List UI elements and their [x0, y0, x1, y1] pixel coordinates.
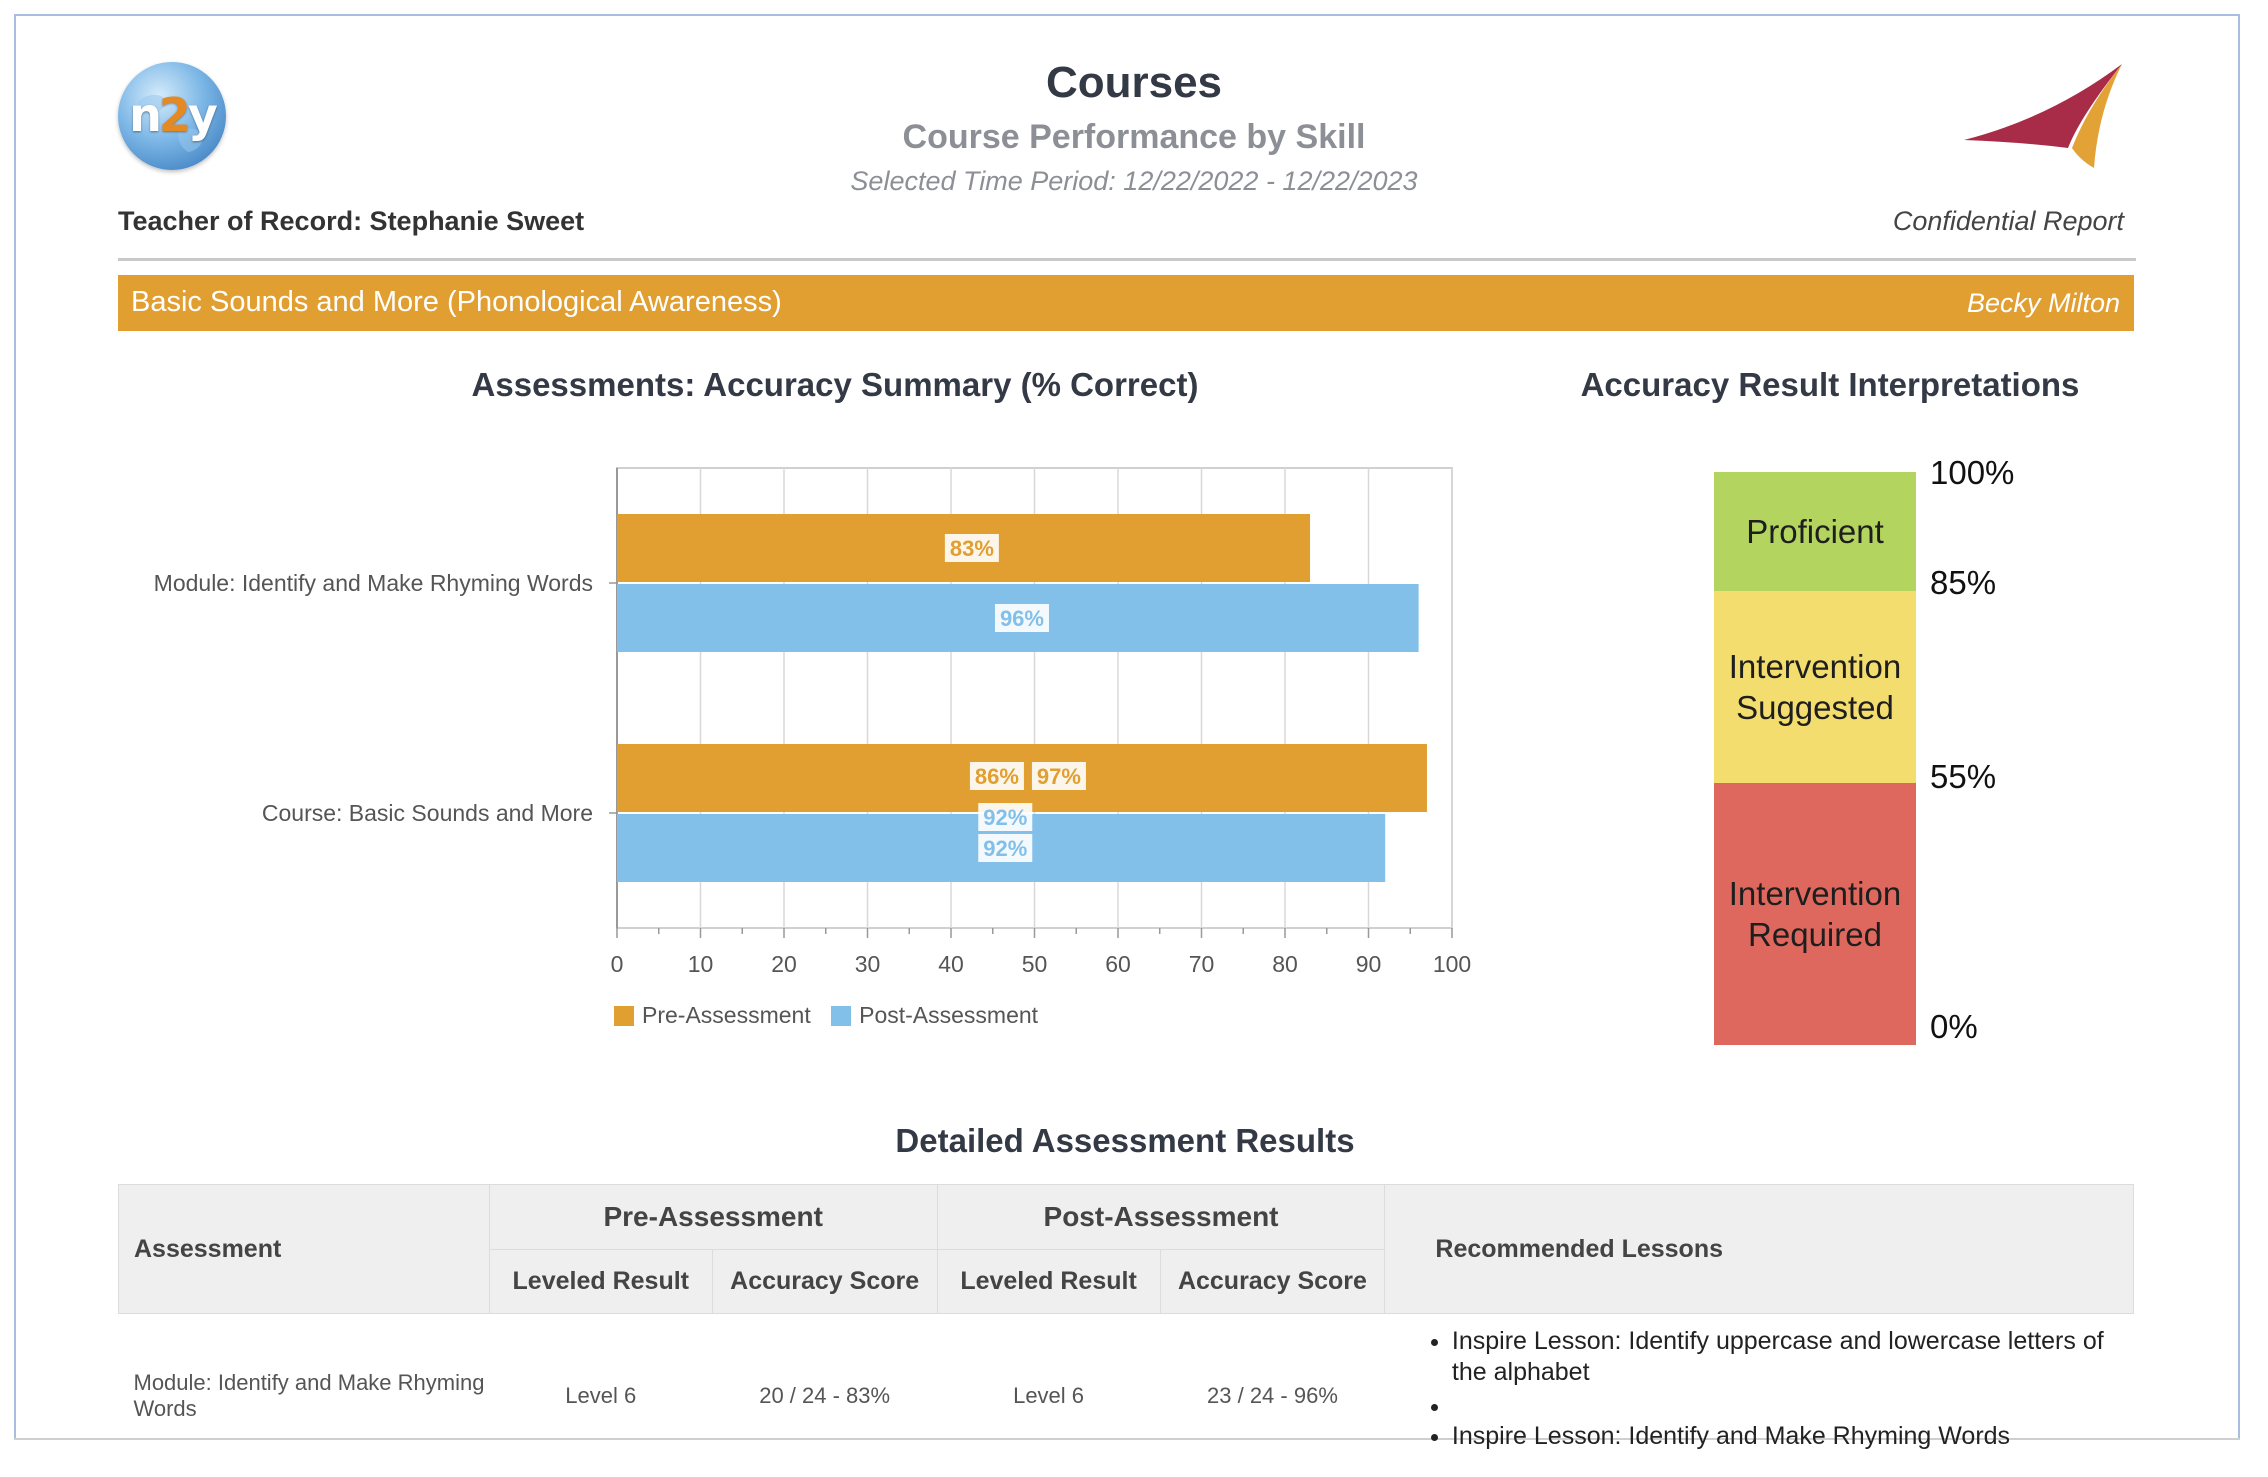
header-divider — [118, 258, 2136, 261]
post-leveled-result: Level 6 — [937, 1314, 1160, 1477]
data-label: 86% — [975, 764, 1019, 789]
page-title: Courses — [0, 58, 2268, 108]
legend-item-post: Post-Assessment — [831, 1002, 1038, 1029]
chart-legend: Pre-Assessment Post-Assessment — [614, 1002, 1052, 1032]
course-name: Basic Sounds and More (Phonological Awar… — [131, 286, 782, 319]
header-assessment: Assessment — [119, 1185, 490, 1314]
x-tick-label: 70 — [1189, 951, 1215, 977]
pre-leveled-result: Level 6 — [489, 1314, 712, 1477]
assessment-name: Module: Identify and Make Rhyming Words — [119, 1314, 490, 1477]
threshold-55: 55% — [1930, 758, 1996, 796]
y-tick-label: Module: Identify and Make Rhyming Words — [154, 570, 593, 596]
threshold-0: 0% — [1930, 1008, 1978, 1046]
time-period: Selected Time Period: 12/22/2022 - 12/22… — [0, 166, 2268, 197]
swoosh-logo-icon — [1960, 62, 2130, 172]
results-table: Assessment Pre-Assessment Post-Assessmen… — [118, 1184, 2134, 1477]
pre-accuracy-score: 20 / 24 - 83% — [712, 1314, 937, 1477]
x-tick-label: 90 — [1356, 951, 1382, 977]
x-tick-label: 80 — [1272, 951, 1298, 977]
x-tick-label: 100 — [1433, 951, 1471, 977]
page-subtitle: Course Performance by Skill — [0, 118, 2268, 157]
student-name: Becky Milton — [1967, 288, 2120, 319]
data-label: 83% — [950, 536, 994, 561]
threshold-85: 85% — [1930, 564, 1996, 602]
header-post-accuracy: Accuracy Score — [1160, 1250, 1385, 1314]
band-proficient: Proficient — [1714, 472, 1916, 591]
header-post-assessment: Post-Assessment — [937, 1185, 1385, 1250]
x-tick-label: 20 — [771, 951, 797, 977]
data-label: 96% — [1000, 606, 1044, 631]
band-label-required: Intervention Required — [1720, 873, 1910, 956]
legend-swatch-post — [831, 1006, 851, 1026]
table-row: Module: Identify and Make Rhyming Words … — [119, 1314, 2134, 1477]
accuracy-bar-chart: 0 10 20 30 40 50 60 70 80 90 100 Module: Identify a… — [0, 440, 1560, 980]
interpretations-title: Accuracy Result Interpretations — [1540, 366, 2120, 404]
x-tick-label: 50 — [1022, 951, 1048, 977]
lesson-item[interactable]: Inspire Lesson: Identify uppercase and l… — [1452, 1326, 2133, 1387]
course-banner: Basic Sounds and More (Phonological Awar… — [118, 275, 2134, 331]
x-tick-label: 10 — [688, 951, 714, 977]
data-label: 92% — [983, 836, 1027, 861]
x-tick-label: 60 — [1105, 951, 1131, 977]
lesson-item[interactable]: Inspire Lesson: Identify and Make Rhymin… — [1452, 1421, 2133, 1452]
header-post-leveled: Leveled Result — [937, 1250, 1160, 1314]
band-intervention-suggested: Intervention Suggested — [1714, 591, 1916, 783]
header-pre-assessment: Pre-Assessment — [489, 1185, 937, 1250]
x-tick-label: 40 — [938, 951, 964, 977]
chart-title: Assessments: Accuracy Summary (% Correct… — [300, 366, 1370, 404]
x-tick-label: 30 — [855, 951, 881, 977]
header-pre-accuracy: Accuracy Score — [712, 1250, 937, 1314]
header-recommended-lessons: Recommended Lessons — [1385, 1185, 2134, 1314]
header-pre-leveled: Leveled Result — [489, 1250, 712, 1314]
y-tick-label: Course: Basic Sounds and More — [262, 800, 593, 826]
confidential-label: Confidential Report — [1893, 206, 2124, 237]
band-intervention-required: Intervention Required — [1714, 783, 1916, 1045]
details-title: Detailed Assessment Results — [0, 1122, 2250, 1160]
teacher-of-record: Teacher of Record: Stephanie Sweet — [118, 206, 584, 237]
data-label: 92% — [983, 805, 1027, 830]
threshold-100: 100% — [1930, 454, 2014, 492]
legend-label-pre: Pre-Assessment — [642, 1002, 811, 1029]
legend-item-pre: Pre-Assessment — [614, 1002, 811, 1029]
band-label-suggested: Intervention Suggested — [1720, 646, 1910, 729]
x-tick-label: 0 — [611, 951, 624, 977]
post-accuracy-score: 23 / 24 - 96% — [1160, 1314, 1385, 1477]
legend-swatch-pre — [614, 1006, 634, 1026]
recommended-lessons: Inspire Lesson: Identify uppercase and l… — [1385, 1314, 2134, 1477]
data-label: 97% — [1037, 764, 1081, 789]
lesson-item — [1452, 1391, 2133, 1417]
legend-label-post: Post-Assessment — [859, 1002, 1038, 1029]
